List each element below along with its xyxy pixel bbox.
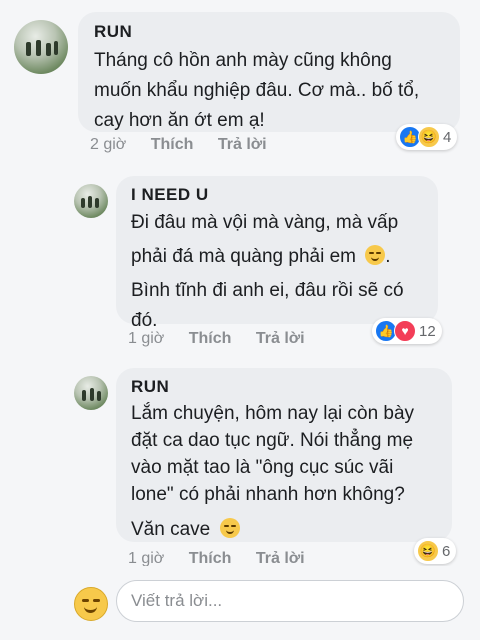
- comment-line-text: Văn cave: [131, 519, 211, 540]
- comment-line: đặt ca dao tục ngữ. Nói thẳng mẹ: [131, 430, 414, 451]
- smirk-emoji-icon: [219, 518, 240, 538]
- comment-line: Lắm chuyện, hôm nay lại còn bày: [131, 403, 415, 424]
- laughing-emoji-icon: 😆: [418, 126, 440, 148]
- reaction-count: 4: [443, 128, 452, 146]
- comment-time[interactable]: 1 giờ: [128, 330, 164, 347]
- comment-author[interactable]: RUN: [94, 22, 132, 42]
- comment-author[interactable]: I NEED U: [131, 185, 209, 205]
- comment-text: Tháng cô hồn anh mày cũng không muốn khẩ…: [94, 46, 454, 136]
- reaction-count: 6: [442, 542, 451, 560]
- comment-line: Tháng cô hồn anh mày cũng không: [94, 50, 392, 71]
- comment-line-text: phải đá mà quàng phải em: [131, 246, 356, 267]
- comment-line: muốn khẩu nghiệp đâu. Cơ mà.. bố tổ,: [94, 80, 420, 101]
- reaction-summary[interactable]: 👍 ♥ 12: [372, 318, 442, 344]
- comment-meta: 2 giờ Thích Trả lời: [90, 136, 287, 154]
- laughing-emoji-icon: 😆: [417, 540, 439, 562]
- comment-time[interactable]: 2 giờ: [90, 136, 126, 153]
- comment-text: Đi đâu mà vội mà vàng, mà vấp phải đá mà…: [131, 208, 431, 336]
- comment-line: Bình tĩnh đi anh ei, đâu rồi sẽ có: [131, 280, 404, 301]
- smiley-emoji-icon[interactable]: [74, 587, 108, 621]
- smirk-emoji-icon: [365, 245, 386, 265]
- reaction-count: 12: [419, 322, 436, 340]
- comment-line: Đi đâu mà vội mà vàng, mà vấp: [131, 212, 399, 233]
- like-link[interactable]: Thích: [189, 330, 232, 347]
- reply-link[interactable]: Trả lời: [256, 330, 305, 347]
- comment-line: phải đá mà quàng phải em .: [131, 245, 391, 267]
- comment-meta: 1 giờ Thích Trả lời: [128, 330, 325, 348]
- avatar[interactable]: [74, 376, 108, 410]
- reaction-summary[interactable]: 😆 6: [414, 538, 457, 564]
- comment-author[interactable]: RUN: [131, 377, 169, 397]
- reaction-summary[interactable]: 👍 😆 4: [396, 124, 458, 150]
- like-link[interactable]: Thích: [189, 550, 232, 567]
- comment-text: Lắm chuyện, hôm nay lại còn bày đặt ca d…: [131, 400, 449, 543]
- like-link[interactable]: Thích: [151, 136, 194, 153]
- comment-line: vào mặt tao là "ông cục súc vãi: [131, 457, 394, 478]
- heart-icon: ♥: [394, 320, 416, 342]
- reply-input[interactable]: [116, 580, 464, 622]
- reply-link[interactable]: Trả lời: [218, 136, 267, 153]
- avatar[interactable]: [74, 184, 108, 218]
- comment-line: lone" có phải nhanh hơn không?: [131, 484, 405, 505]
- comment-line: Văn cave: [131, 516, 449, 543]
- comment-time[interactable]: 1 giờ: [128, 550, 164, 567]
- reply-link[interactable]: Trả lời: [256, 550, 305, 567]
- avatar[interactable]: [14, 20, 68, 74]
